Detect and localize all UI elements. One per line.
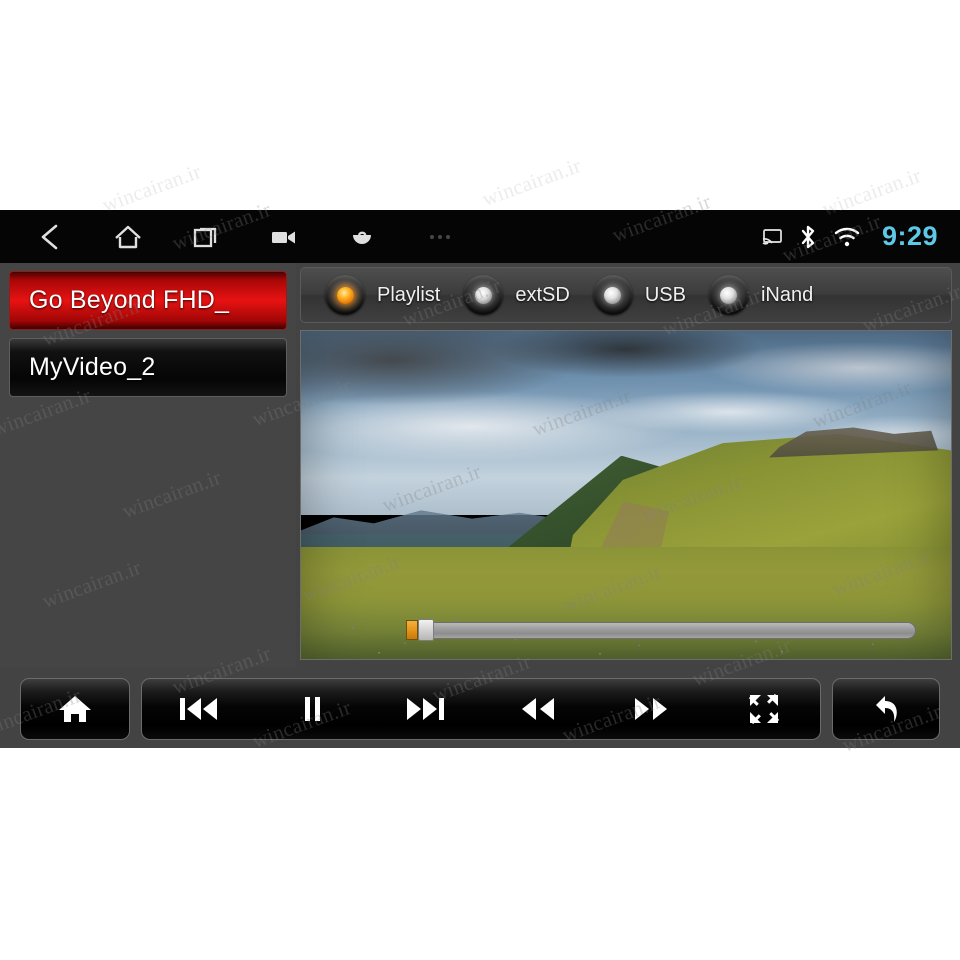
source-option-usb[interactable]: USB <box>592 275 686 315</box>
source-option-extsd[interactable]: extSD <box>463 275 570 315</box>
screenshot-nav-icon[interactable] <box>264 217 304 257</box>
seek-progress-fill <box>406 620 418 640</box>
playlist-item-title: MyVideo_2 <box>29 353 156 381</box>
page-root: 9:29 Go Beyond FHD_ MyVideo_2 Playlist e… <box>0 0 960 960</box>
apps-nav-icon[interactable] <box>342 217 382 257</box>
video-seek-bar[interactable] <box>406 619 916 641</box>
playlist-item-title: Go Beyond FHD_ <box>29 286 230 314</box>
radio-led-icon <box>592 275 633 315</box>
overflow-nav-icon[interactable] <box>420 217 460 257</box>
transport-controls-panel <box>141 678 821 740</box>
source-option-inand[interactable]: iNand <box>708 275 814 315</box>
fullscreen-button[interactable] <box>707 679 820 739</box>
radio-led-icon <box>708 275 749 315</box>
status-indicators: 9:29 <box>761 210 938 263</box>
seek-thumb[interactable] <box>418 619 434 641</box>
home-button-panel <box>20 678 130 740</box>
radio-led-icon <box>463 275 504 315</box>
watermark: wincairan.ir <box>478 153 585 211</box>
home-button[interactable] <box>21 679 129 739</box>
car-head-unit-screen: 9:29 Go Beyond FHD_ MyVideo_2 Playlist e… <box>0 210 960 748</box>
next-track-button[interactable] <box>368 679 481 739</box>
playlist-sidebar: Go Beyond FHD_ MyVideo_2 <box>0 263 296 667</box>
source-option-label: iNand <box>760 283 814 306</box>
fast-forward-button[interactable] <box>594 679 707 739</box>
bluetooth-icon <box>798 224 818 250</box>
playlist-item-1[interactable]: MyVideo_2 <box>9 338 287 397</box>
source-option-label: extSD <box>515 283 570 306</box>
recents-nav-icon[interactable] <box>186 217 226 257</box>
back-nav-icon[interactable] <box>30 217 70 257</box>
previous-track-button[interactable] <box>142 679 255 739</box>
status-clock: 9:29 <box>881 221 938 251</box>
home-nav-icon[interactable] <box>108 217 148 257</box>
cast-icon <box>761 227 783 246</box>
source-option-playlist[interactable]: Playlist <box>325 275 440 315</box>
video-frame-image <box>301 331 951 659</box>
playlist-item-0[interactable]: Go Beyond FHD_ <box>9 271 287 330</box>
video-surface[interactable] <box>300 330 952 660</box>
nav-button-group <box>30 210 460 263</box>
transport-bar <box>0 667 960 748</box>
back-button[interactable] <box>833 679 939 739</box>
radio-led-icon <box>325 275 365 315</box>
wifi-icon <box>833 226 861 248</box>
source-option-label: USB <box>644 283 686 306</box>
video-player-app: Go Beyond FHD_ MyVideo_2 Playlist extSD <box>0 263 960 748</box>
back-button-panel <box>832 678 940 740</box>
pause-button[interactable] <box>255 679 368 739</box>
rewind-button[interactable] <box>481 679 594 739</box>
android-status-bar: 9:29 <box>0 210 960 263</box>
player-right-pane: Playlist extSD USB iNand <box>300 263 952 667</box>
source-option-label: Playlist <box>377 283 441 306</box>
source-selector-bar: Playlist extSD USB iNand <box>300 267 952 323</box>
seek-track[interactable] <box>434 621 916 639</box>
